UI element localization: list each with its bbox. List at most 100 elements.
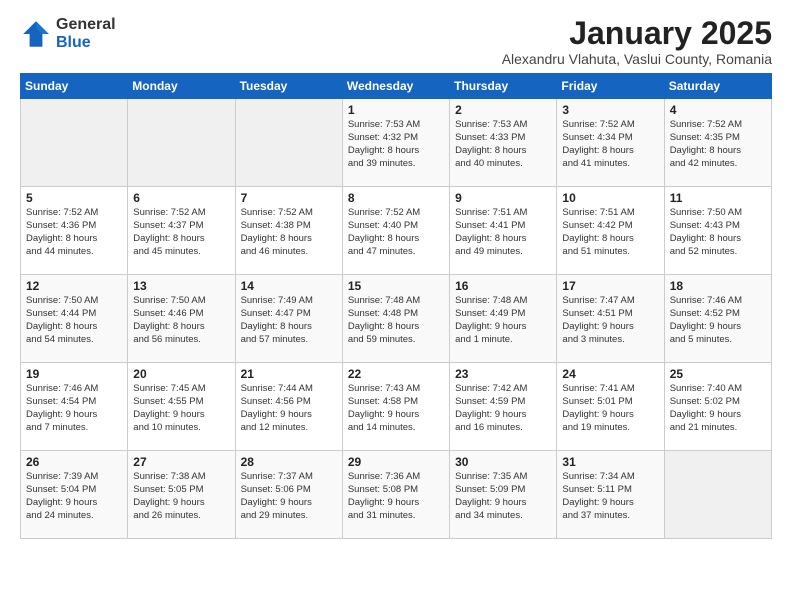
table-row: 13 Sunrise: 7:50 AM Sunset: 4:46 PM Dayli…	[128, 275, 235, 363]
day-number: 1	[348, 103, 444, 117]
day-info: Sunrise: 7:51 AM Sunset: 4:41 PM Dayligh…	[455, 207, 551, 258]
day-number: 25	[670, 367, 766, 381]
table-row	[21, 99, 128, 187]
week-row-2: 5Sunrise: 7:52 AM Sunset: 4:36 PM Daylig…	[21, 187, 772, 275]
day-info: Sunrise: 7:49 AM Sunset: 4:47 PM Dayligh…	[241, 295, 337, 346]
col-sunday: Sunday	[21, 74, 128, 99]
table-row: 27 Sunrise: 7:38 AM Sunset: 5:05 PM Dayli…	[128, 451, 235, 539]
day-info: Sunrise: 7:50 AM Sunset: 4:46 PM Dayligh…	[133, 295, 229, 346]
day-number: 5	[26, 191, 122, 205]
day-number: 16	[455, 279, 551, 293]
table-row: 30 Sunrise: 7:35 AM Sunset: 5:09 PM Dayli…	[450, 451, 557, 539]
logo-blue-text: Blue	[56, 34, 116, 52]
table-row: 5Sunrise: 7:52 AM Sunset: 4:36 PM Daylig…	[21, 187, 128, 275]
col-wednesday: Wednesday	[342, 74, 449, 99]
day-number: 19	[26, 367, 122, 381]
table-row: 2 Sunrise: 7:53 AM Sunset: 4:33 PM Daylig…	[450, 99, 557, 187]
day-number: 31	[562, 455, 658, 469]
table-row: 31 Sunrise: 7:34 AM Sunset: 5:11 PM Dayli…	[557, 451, 664, 539]
title-block: January 2025 Alexandru Vlahuta, Vaslui C…	[502, 16, 772, 67]
day-number: 9	[455, 191, 551, 205]
day-info: Sunrise: 7:43 AM Sunset: 4:58 PM Dayligh…	[348, 383, 444, 434]
table-row: 25Sunrise: 7:40 AM Sunset: 5:02 PM Dayli…	[664, 363, 771, 451]
calendar-subtitle: Alexandru Vlahuta, Vaslui County, Romani…	[502, 51, 772, 67]
day-number: 24	[562, 367, 658, 381]
table-row: 23 Sunrise: 7:42 AM Sunset: 4:59 PM Dayli…	[450, 363, 557, 451]
header-row: Sunday Monday Tuesday Wednesday Thursday…	[21, 74, 772, 99]
day-number: 7	[241, 191, 337, 205]
day-number: 28	[241, 455, 337, 469]
day-number: 2	[455, 103, 551, 117]
table-row: 26 Sunrise: 7:39 AM Sunset: 5:04 PM Dayli…	[21, 451, 128, 539]
day-number: 6	[133, 191, 229, 205]
day-number: 10	[562, 191, 658, 205]
table-row: 1Sunrise: 7:53 AM Sunset: 4:32 PM Daylig…	[342, 99, 449, 187]
day-info: Sunrise: 7:45 AM Sunset: 4:55 PM Dayligh…	[133, 383, 229, 434]
day-info: Sunrise: 7:37 AM Sunset: 5:06 PM Dayligh…	[241, 471, 337, 522]
day-info: Sunrise: 7:52 AM Sunset: 4:37 PM Dayligh…	[133, 207, 229, 258]
day-number: 20	[133, 367, 229, 381]
calendar-table: Sunday Monday Tuesday Wednesday Thursday…	[20, 73, 772, 539]
table-row: 12Sunrise: 7:50 AM Sunset: 4:44 PM Dayli…	[21, 275, 128, 363]
day-info: Sunrise: 7:48 AM Sunset: 4:48 PM Dayligh…	[348, 295, 444, 346]
day-number: 17	[562, 279, 658, 293]
day-number: 13	[133, 279, 229, 293]
day-number: 29	[348, 455, 444, 469]
col-monday: Monday	[128, 74, 235, 99]
day-info: Sunrise: 7:44 AM Sunset: 4:56 PM Dayligh…	[241, 383, 337, 434]
page: General Blue January 2025 Alexandru Vlah…	[0, 0, 792, 555]
table-row: 29 Sunrise: 7:36 AM Sunset: 5:08 PM Dayli…	[342, 451, 449, 539]
day-number: 30	[455, 455, 551, 469]
day-info: Sunrise: 7:52 AM Sunset: 4:38 PM Dayligh…	[241, 207, 337, 258]
calendar-title: January 2025	[502, 16, 772, 51]
table-row: 4 Sunrise: 7:52 AM Sunset: 4:35 PM Daylig…	[664, 99, 771, 187]
table-row: 15Sunrise: 7:48 AM Sunset: 4:48 PM Dayli…	[342, 275, 449, 363]
col-saturday: Saturday	[664, 74, 771, 99]
day-info: Sunrise: 7:52 AM Sunset: 4:35 PM Dayligh…	[670, 119, 766, 170]
col-tuesday: Tuesday	[235, 74, 342, 99]
day-number: 22	[348, 367, 444, 381]
day-number: 27	[133, 455, 229, 469]
table-row: 21 Sunrise: 7:44 AM Sunset: 4:56 PM Dayli…	[235, 363, 342, 451]
day-info: Sunrise: 7:38 AM Sunset: 5:05 PM Dayligh…	[133, 471, 229, 522]
table-row: 9 Sunrise: 7:51 AM Sunset: 4:41 PM Daylig…	[450, 187, 557, 275]
day-info: Sunrise: 7:39 AM Sunset: 5:04 PM Dayligh…	[26, 471, 122, 522]
table-row: 3 Sunrise: 7:52 AM Sunset: 4:34 PM Daylig…	[557, 99, 664, 187]
day-number: 4	[670, 103, 766, 117]
day-number: 23	[455, 367, 551, 381]
day-info: Sunrise: 7:52 AM Sunset: 4:34 PM Dayligh…	[562, 119, 658, 170]
day-info: Sunrise: 7:35 AM Sunset: 5:09 PM Dayligh…	[455, 471, 551, 522]
week-row-1: 1Sunrise: 7:53 AM Sunset: 4:32 PM Daylig…	[21, 99, 772, 187]
col-thursday: Thursday	[450, 74, 557, 99]
table-row	[664, 451, 771, 539]
day-number: 21	[241, 367, 337, 381]
table-row: 28 Sunrise: 7:37 AM Sunset: 5:06 PM Dayli…	[235, 451, 342, 539]
day-info: Sunrise: 7:47 AM Sunset: 4:51 PM Dayligh…	[562, 295, 658, 346]
week-row-3: 12Sunrise: 7:50 AM Sunset: 4:44 PM Dayli…	[21, 275, 772, 363]
table-row: 24 Sunrise: 7:41 AM Sunset: 5:01 PM Dayli…	[557, 363, 664, 451]
day-info: Sunrise: 7:53 AM Sunset: 4:33 PM Dayligh…	[455, 119, 551, 170]
logo-text: General Blue	[56, 16, 116, 51]
day-info: Sunrise: 7:46 AM Sunset: 4:52 PM Dayligh…	[670, 295, 766, 346]
table-row: 7 Sunrise: 7:52 AM Sunset: 4:38 PM Daylig…	[235, 187, 342, 275]
day-info: Sunrise: 7:42 AM Sunset: 4:59 PM Dayligh…	[455, 383, 551, 434]
table-row: 14Sunrise: 7:49 AM Sunset: 4:47 PM Dayli…	[235, 275, 342, 363]
table-row: 8Sunrise: 7:52 AM Sunset: 4:40 PM Daylig…	[342, 187, 449, 275]
day-info: Sunrise: 7:41 AM Sunset: 5:01 PM Dayligh…	[562, 383, 658, 434]
logo-general-text: General	[56, 16, 116, 34]
logo-icon	[20, 18, 52, 50]
day-number: 26	[26, 455, 122, 469]
day-info: Sunrise: 7:48 AM Sunset: 4:49 PM Dayligh…	[455, 295, 551, 346]
day-info: Sunrise: 7:34 AM Sunset: 5:11 PM Dayligh…	[562, 471, 658, 522]
table-row: 18Sunrise: 7:46 AM Sunset: 4:52 PM Dayli…	[664, 275, 771, 363]
day-info: Sunrise: 7:51 AM Sunset: 4:42 PM Dayligh…	[562, 207, 658, 258]
table-row	[235, 99, 342, 187]
table-row: 19Sunrise: 7:46 AM Sunset: 4:54 PM Dayli…	[21, 363, 128, 451]
week-row-5: 26 Sunrise: 7:39 AM Sunset: 5:04 PM Dayli…	[21, 451, 772, 539]
day-info: Sunrise: 7:50 AM Sunset: 4:43 PM Dayligh…	[670, 207, 766, 258]
day-info: Sunrise: 7:52 AM Sunset: 4:40 PM Dayligh…	[348, 207, 444, 258]
day-number: 3	[562, 103, 658, 117]
day-number: 11	[670, 191, 766, 205]
day-info: Sunrise: 7:36 AM Sunset: 5:08 PM Dayligh…	[348, 471, 444, 522]
table-row: 20 Sunrise: 7:45 AM Sunset: 4:55 PM Dayli…	[128, 363, 235, 451]
